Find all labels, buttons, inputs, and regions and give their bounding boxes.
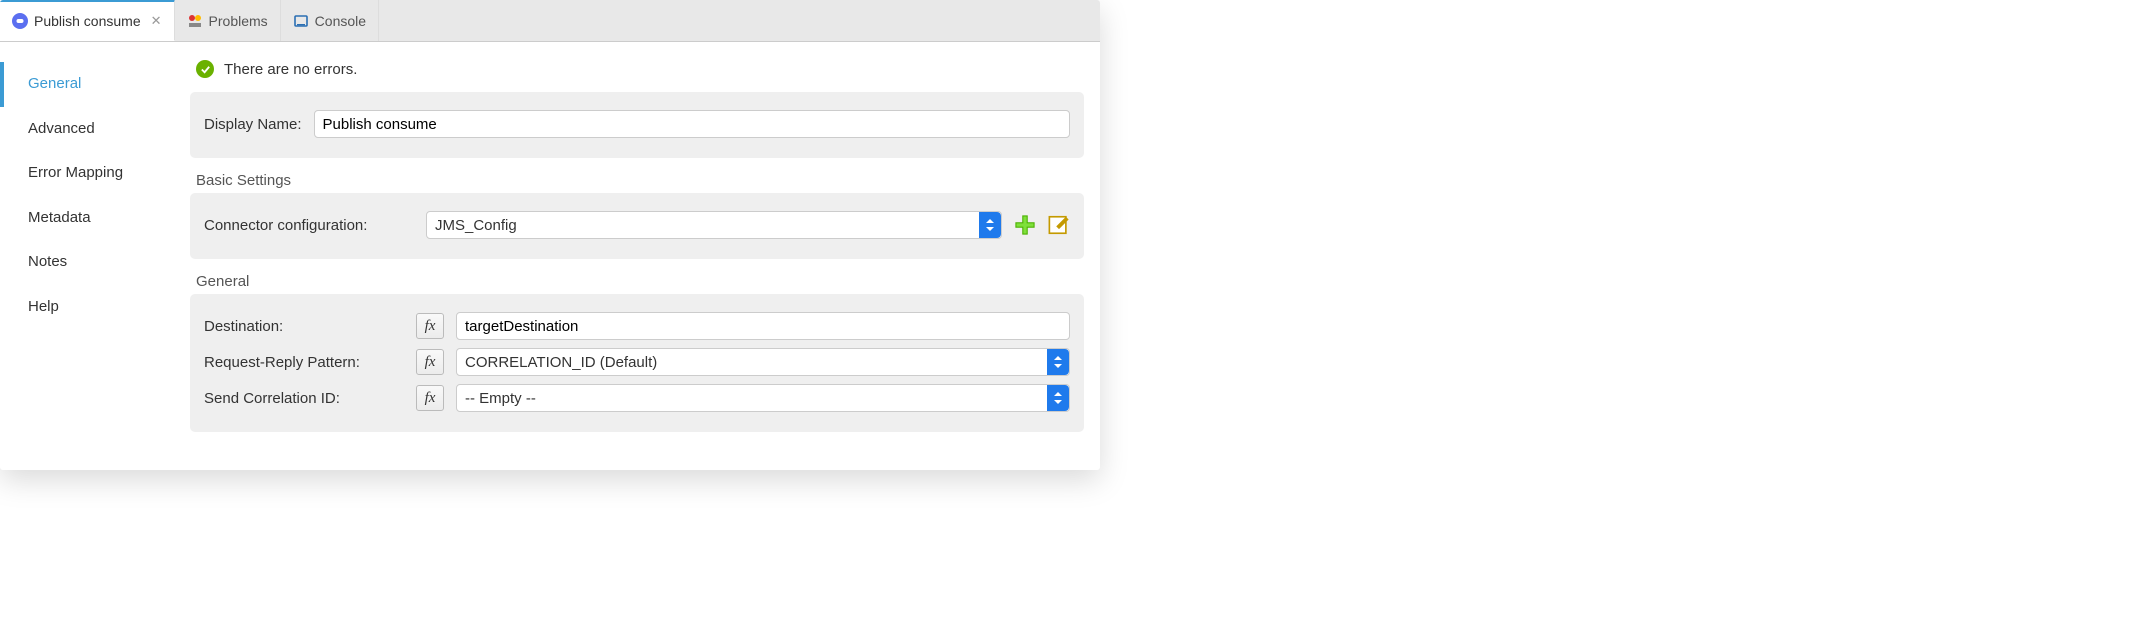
add-config-button[interactable] — [1014, 214, 1036, 236]
sidebar-item-label: Error Mapping — [28, 164, 123, 181]
tab-label: Publish consume — [34, 13, 141, 29]
tab-console[interactable]: Console — [281, 0, 379, 41]
console-icon — [293, 13, 309, 29]
send-correlation-id-select[interactable]: -- Empty -- — [456, 384, 1070, 412]
display-name-input[interactable] — [314, 110, 1070, 138]
sidebar-item-error-mapping[interactable]: Error Mapping — [0, 151, 180, 196]
sidebar-item-notes[interactable]: Notes — [0, 240, 180, 285]
sidebar: General Advanced Error Mapping Metadata … — [0, 42, 180, 470]
tab-publish-consume[interactable]: Publish consume ✕ — [0, 0, 175, 41]
sidebar-item-label: Metadata — [28, 209, 91, 226]
status-row: There are no errors. — [190, 54, 1084, 92]
send-correlation-id-label: Send Correlation ID: — [204, 390, 404, 407]
sidebar-item-metadata[interactable]: Metadata — [0, 196, 180, 241]
main-panel: There are no errors. Display Name: Basic… — [180, 42, 1100, 470]
fx-button[interactable]: fx — [416, 385, 444, 411]
tab-label: Problems — [209, 13, 268, 29]
sidebar-item-label: Notes — [28, 253, 67, 270]
select-arrows-icon — [979, 212, 1001, 238]
app-window: Publish consume ✕ Problems Console Gener… — [0, 0, 1100, 470]
status-ok-icon — [196, 60, 214, 78]
sidebar-item-label: Advanced — [28, 120, 95, 137]
display-name-group: Display Name: — [190, 92, 1084, 158]
sidebar-item-general[interactable]: General — [0, 62, 180, 107]
tab-problems[interactable]: Problems — [175, 0, 281, 41]
select-arrows-icon — [1047, 349, 1069, 375]
destination-input[interactable] — [456, 312, 1070, 340]
sidebar-item-advanced[interactable]: Advanced — [0, 107, 180, 152]
sidebar-item-help[interactable]: Help — [0, 285, 180, 330]
destination-label: Destination: — [204, 318, 404, 335]
general-section-title: General — [196, 273, 1084, 290]
tab-label: Console — [315, 13, 366, 29]
status-message: There are no errors. — [224, 61, 357, 78]
sidebar-item-label: General — [28, 75, 81, 92]
fx-button[interactable]: fx — [416, 313, 444, 339]
select-arrows-icon — [1047, 385, 1069, 411]
fx-button[interactable]: fx — [416, 349, 444, 375]
request-reply-pattern-select[interactable]: CORRELATION_ID (Default) — [456, 348, 1070, 376]
send-correlation-id-value: -- Empty -- — [465, 390, 536, 407]
basic-settings-group: Connector configuration: JMS_Config — [190, 193, 1084, 259]
content-area: General Advanced Error Mapping Metadata … — [0, 42, 1100, 470]
edit-config-button[interactable] — [1048, 214, 1070, 236]
connector-config-select[interactable]: JMS_Config — [426, 211, 1002, 239]
request-reply-pattern-label: Request-Reply Pattern: — [204, 354, 404, 371]
tab-bar: Publish consume ✕ Problems Console — [0, 0, 1100, 42]
display-name-label: Display Name: — [204, 116, 302, 133]
connector-config-label: Connector configuration: — [204, 217, 414, 234]
general-group: Destination: fx Request-Reply Pattern: f… — [190, 294, 1084, 432]
connector-icon — [12, 13, 28, 29]
request-reply-pattern-value: CORRELATION_ID (Default) — [465, 354, 657, 371]
close-icon[interactable]: ✕ — [151, 13, 162, 29]
sidebar-item-label: Help — [28, 298, 59, 315]
basic-settings-title: Basic Settings — [196, 172, 1084, 189]
problems-icon — [187, 13, 203, 29]
connector-config-value: JMS_Config — [435, 217, 517, 234]
